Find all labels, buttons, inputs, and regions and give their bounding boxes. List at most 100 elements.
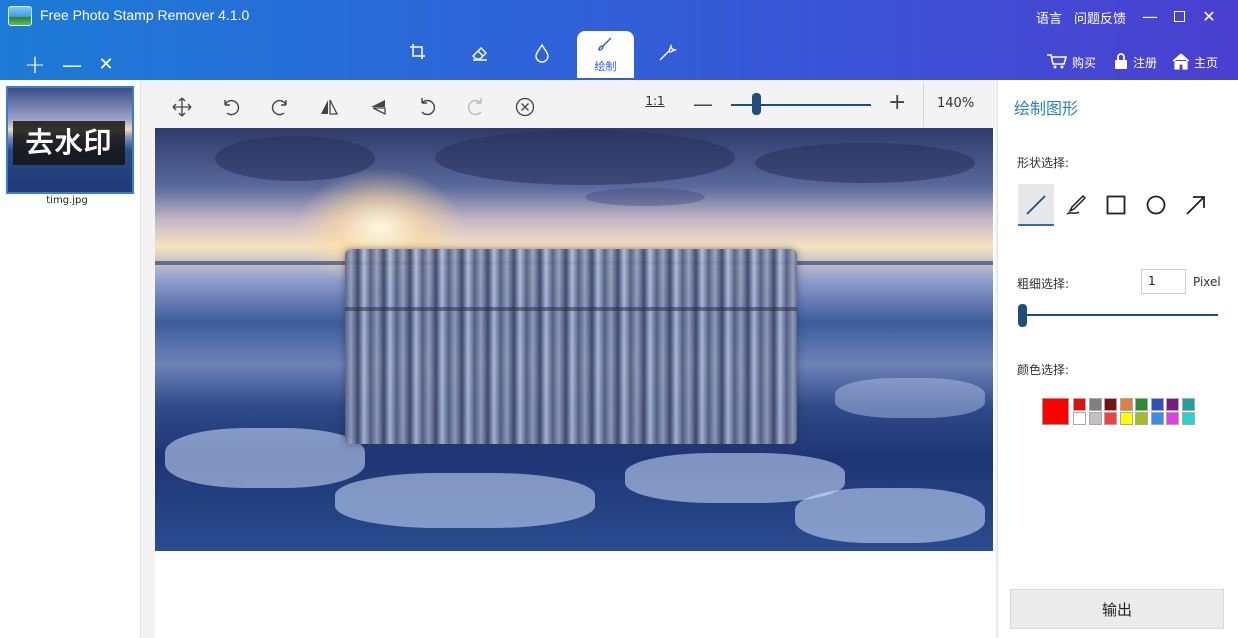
color-label: 颜色选择: — [1017, 363, 1070, 377]
close-button[interactable]: ✕ — [1197, 5, 1221, 29]
cart-icon — [1047, 54, 1068, 69]
color-swatch[interactable] — [1104, 398, 1117, 411]
thickness-slider-track[interactable] — [1018, 314, 1218, 316]
color-swatch[interactable] — [1135, 412, 1148, 425]
flip-horizontal-button[interactable] — [308, 86, 348, 126]
minimize-button[interactable]: — — [1138, 5, 1162, 29]
color-swatch[interactable] — [1150, 412, 1164, 425]
app-window: Free Photo Stamp Remover 4.1.0 语言 问题反馈 —… — [0, 0, 1238, 638]
brush-icon — [598, 37, 612, 51]
tab-draw[interactable]: 绘制 — [577, 31, 634, 78]
color-swatch[interactable] — [1150, 398, 1164, 411]
redo-icon — [467, 98, 482, 116]
tab-magic[interactable] — [638, 31, 695, 78]
photo-cloud — [435, 130, 735, 185]
line-icon — [1026, 195, 1046, 215]
zoom-slider-handle[interactable] — [752, 93, 761, 115]
pen-icon — [1066, 194, 1087, 215]
color-swatch[interactable] — [1073, 398, 1086, 411]
app-logo-icon — [8, 6, 32, 26]
home-icon — [1172, 53, 1190, 70]
move-icon — [172, 97, 192, 117]
zoom-level: 140% — [937, 96, 975, 111]
maximize-icon — [1173, 10, 1185, 22]
zoom-in-button[interactable]: + — [888, 90, 906, 115]
panel-title: 绘制图形 — [1014, 99, 1079, 118]
photo-foam — [165, 428, 365, 488]
color-swatch[interactable] — [1181, 398, 1195, 411]
color-swatch[interactable] — [1166, 412, 1179, 425]
shape-circle-button[interactable] — [1138, 184, 1174, 226]
actual-size-button[interactable]: 1:1 — [643, 94, 667, 108]
shape-rectangle-button[interactable] — [1098, 184, 1134, 226]
photo-foam — [335, 473, 595, 528]
eraser-icon — [472, 47, 487, 61]
color-swatch[interactable] — [1088, 412, 1102, 425]
flip-vertical-icon — [371, 100, 386, 116]
flip-vertical-button[interactable] — [357, 86, 397, 126]
color-swatch[interactable] — [1166, 398, 1179, 411]
color-swatch[interactable] — [1104, 412, 1117, 425]
rectangle-icon — [1106, 195, 1126, 215]
photo-cloud — [585, 188, 705, 206]
current-color-swatch[interactable] — [1042, 398, 1069, 425]
shape-pen-button[interactable] — [1058, 184, 1094, 226]
feedback-link[interactable]: 问题反馈 — [1074, 8, 1126, 27]
rotate-right-button[interactable] — [259, 86, 299, 126]
undo-icon — [421, 98, 436, 116]
zoom-out-button[interactable]: — — [693, 92, 713, 116]
drop-icon — [535, 43, 549, 63]
tab-crop[interactable] — [390, 31, 447, 78]
thumbnail-panel: 去水印 timg.jpg — [0, 80, 141, 638]
remove-file-button[interactable]: — — [59, 52, 85, 78]
photo-foam — [795, 488, 985, 543]
tab-draw-label: 绘制 — [594, 60, 617, 73]
circle-icon — [1146, 195, 1166, 215]
removed-watermark-region — [345, 249, 797, 444]
lock-icon — [1115, 53, 1127, 69]
cancel-button[interactable] — [504, 86, 544, 126]
thickness-input[interactable]: 1 — [1141, 269, 1186, 294]
shape-line-button[interactable] — [1018, 184, 1054, 226]
language-link[interactable]: 语言 — [1036, 8, 1062, 27]
photo-foam — [835, 378, 985, 418]
shape-arrow-button[interactable] — [1178, 184, 1214, 226]
app-title: Free Photo Stamp Remover 4.1.0 — [40, 7, 250, 23]
toolbar-divider — [923, 82, 924, 127]
color-swatch[interactable] — [1135, 398, 1148, 411]
color-swatch[interactable] — [1119, 412, 1133, 425]
title-bar: Free Photo Stamp Remover 4.1.0 语言 问题反馈 —… — [0, 0, 1238, 80]
add-file-button[interactable]: + — [22, 52, 48, 78]
undo-button[interactable] — [406, 86, 446, 126]
crop-icon — [410, 44, 425, 59]
edited-photo[interactable] — [155, 128, 993, 551]
photo-cloud — [215, 136, 375, 181]
maximize-button[interactable] — [1167, 5, 1191, 29]
tab-eraser[interactable] — [451, 31, 508, 78]
buy-label: 购买 — [1072, 56, 1097, 70]
rotate-right-icon — [271, 99, 287, 116]
photo-cloud — [755, 143, 975, 183]
color-swatch[interactable] — [1119, 398, 1133, 411]
redo-button[interactable] — [455, 86, 495, 126]
cancel-icon — [515, 97, 535, 117]
draw-panel: 绘制图形 形状选择: 粗细选择: 1 Pixel 颜色选择: 输出 — [997, 80, 1238, 638]
color-swatch[interactable] — [1181, 412, 1195, 425]
flip-horizontal-icon — [321, 99, 339, 115]
thickness-slider-handle[interactable] — [1018, 304, 1027, 327]
canvas-area[interactable] — [155, 128, 995, 638]
shape-label: 形状选择: — [1017, 156, 1070, 170]
thickness-label: 粗细选择: — [1017, 277, 1070, 291]
output-button[interactable]: 输出 — [1010, 589, 1224, 629]
color-swatch[interactable] — [1073, 412, 1086, 425]
clear-files-button[interactable]: ✕ — [93, 52, 119, 78]
move-button[interactable] — [161, 86, 201, 126]
tab-drop[interactable] — [514, 31, 571, 78]
arrow-icon — [1186, 196, 1205, 215]
register-label: 注册 — [1133, 56, 1158, 70]
color-swatch[interactable] — [1088, 398, 1102, 411]
thumbnail-image[interactable]: 去水印 — [6, 86, 134, 194]
thickness-unit: Pixel — [1193, 275, 1221, 289]
thumbnail-filename: timg.jpg — [46, 195, 88, 206]
rotate-left-button[interactable] — [210, 86, 250, 126]
